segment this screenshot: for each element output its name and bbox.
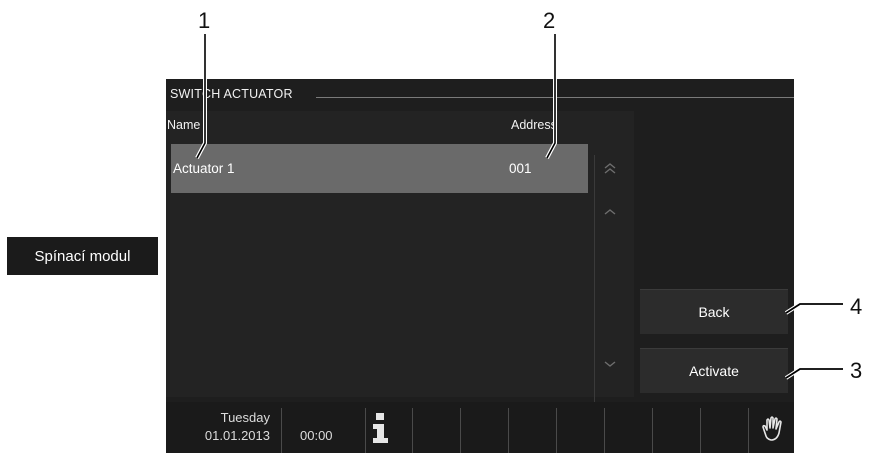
title-divider <box>316 97 794 98</box>
status-divider <box>748 408 749 453</box>
callout-3: 3 <box>850 358 863 383</box>
actuator-list: Name Address Actuator 1 001 <box>166 111 634 421</box>
callout-2: 2 <box>543 8 556 33</box>
list-item[interactable]: Actuator 1 001 <box>171 144 588 193</box>
status-divider <box>365 408 366 453</box>
status-day: Tuesday <box>220 410 270 425</box>
status-bar: Tuesday 01.01.2013 00:00 <box>166 402 794 453</box>
status-divider <box>281 408 282 453</box>
callout-4: 4 <box>850 294 863 319</box>
back-button[interactable]: Back <box>640 289 788 334</box>
activate-button[interactable]: Activate <box>640 348 788 393</box>
status-divider <box>604 408 605 453</box>
list-item-address: 001 <box>509 161 532 176</box>
status-divider <box>700 408 701 453</box>
callout-1: 1 <box>198 8 211 33</box>
status-divider <box>412 408 413 453</box>
status-divider <box>508 408 509 453</box>
status-time: 00:00 <box>300 428 333 443</box>
column-header-name: Name <box>167 118 201 132</box>
device-screen: SWITCH ACTUATOR Name Address Actuator 1 … <box>166 79 794 453</box>
status-divider <box>652 408 653 453</box>
status-date: 01.01.2013 <box>204 428 270 443</box>
chevron-up-icon[interactable] <box>595 203 625 221</box>
screen-title: SWITCH ACTUATOR <box>170 87 293 101</box>
status-divider <box>460 408 461 453</box>
side-label: Spínací modul <box>7 237 158 275</box>
list-item-name: Actuator 1 <box>173 161 235 176</box>
column-header-address: Address <box>511 118 557 132</box>
status-divider <box>556 408 557 453</box>
hand-icon[interactable] <box>758 414 788 444</box>
double-chevron-up-icon[interactable] <box>595 159 625 177</box>
chevron-down-icon[interactable] <box>595 355 625 373</box>
scroll-controls <box>594 155 625 421</box>
info-icon[interactable] <box>371 412 391 444</box>
